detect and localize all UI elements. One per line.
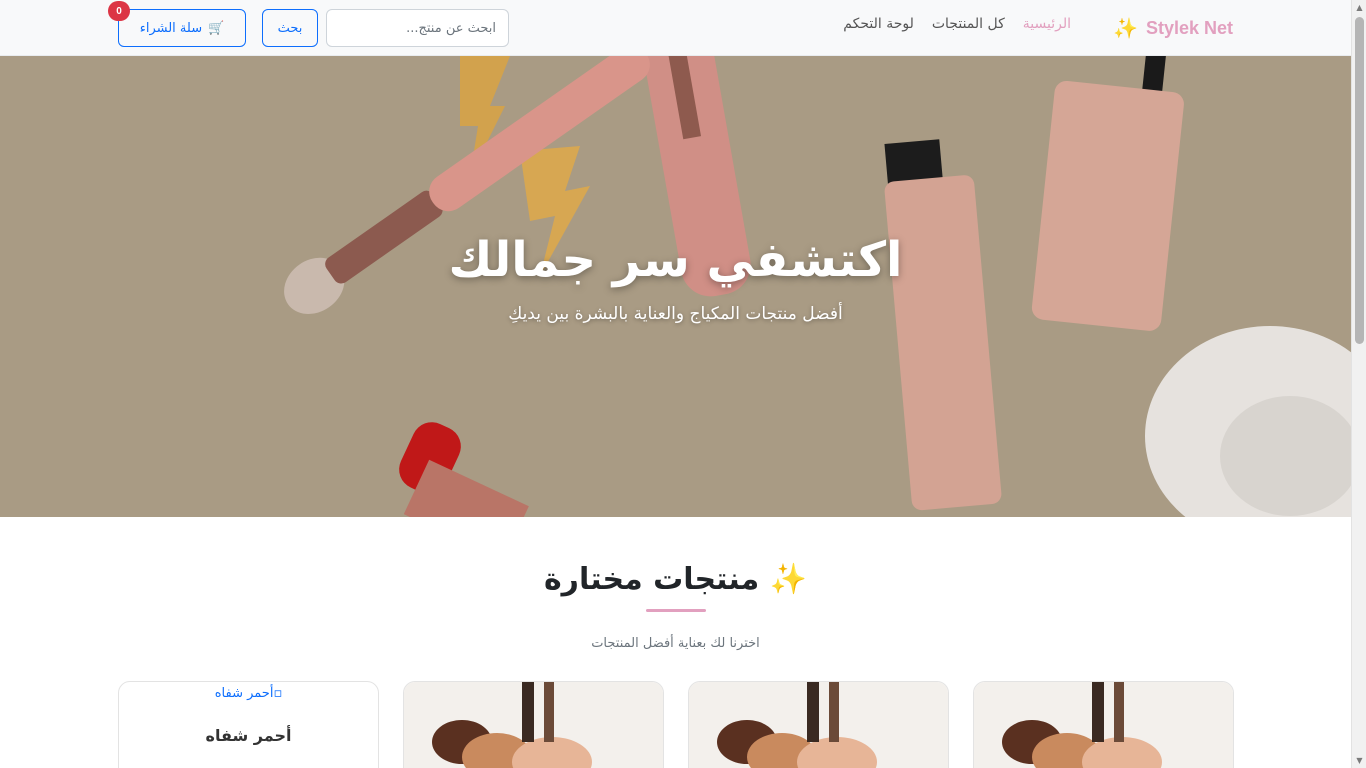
product-image (689, 682, 948, 768)
product-card[interactable]: ▫أحمر شفاه أحمر شفاه (118, 681, 379, 768)
hero-subtitle: أفضل منتجات المكياج والعناية بالبشرة بين… (508, 304, 843, 324)
product-card[interactable] (688, 681, 949, 768)
brand-name: Stylek Net (1145, 17, 1233, 38)
scrollbar-thumb[interactable] (1355, 17, 1364, 344)
product-image-broken: ▫أحمر شفاه (119, 686, 378, 701)
hero-title: اكتشفي سر جمالك (448, 232, 903, 288)
title-underline (646, 609, 706, 612)
featured-section-subtitle: اخترنا لك بعناية أفضل المنتجات (591, 636, 760, 651)
nav-link-dashboard[interactable]: لوحة التحكم (843, 16, 914, 32)
nav-links: الرئيسية كل المنتجات لوحة التحكم (843, 16, 1071, 32)
featured-section-title: ✨ منتجات مختارة (0, 562, 1351, 597)
search-button[interactable]: بحث (262, 9, 318, 47)
scroll-up-arrow-icon[interactable]: ▲ (1355, 3, 1364, 12)
featured-title-text: منتجات مختارة (543, 562, 760, 597)
foundation-swatch-image (404, 682, 663, 768)
broken-image-icon: ▫ (273, 686, 283, 701)
nav-link-home[interactable]: الرئيسية (1023, 16, 1071, 32)
product-name[interactable]: أحمر شفاه (119, 726, 378, 745)
search-input[interactable] (326, 9, 509, 47)
foundation-swatch-image (689, 682, 948, 768)
nav-link-all-products[interactable]: كل المنتجات (932, 16, 1005, 32)
brand-logo[interactable]: ✨ Stylek Net (1113, 14, 1233, 42)
product-card[interactable] (973, 681, 1234, 768)
product-card[interactable] (403, 681, 664, 768)
page-scrollbar[interactable]: ▲ ▼ (1351, 0, 1366, 768)
hero-banner: اكتشفي سر جمالك أفضل منتجات المكياج والع… (0, 56, 1351, 517)
product-image-alt: أحمر شفاه (214, 686, 274, 701)
product-image (404, 682, 663, 768)
navbar: ✨ Stylek Net الرئيسية كل المنتجات لوحة ا… (0, 0, 1351, 56)
product-image (974, 682, 1233, 768)
foundation-swatch-image (974, 682, 1233, 768)
sparkles-icon: ✨ (769, 562, 808, 597)
cart-button[interactable]: 🛒 سلة الشراء 0 (108, 1, 246, 47)
cart-count-badge: 0 (108, 1, 130, 21)
scroll-down-arrow-icon[interactable]: ▼ (1355, 756, 1364, 765)
cart-label: سلة الشراء (139, 20, 203, 36)
cart-icon: 🛒 (208, 20, 225, 36)
sparkles-icon: ✨ (1113, 17, 1138, 40)
